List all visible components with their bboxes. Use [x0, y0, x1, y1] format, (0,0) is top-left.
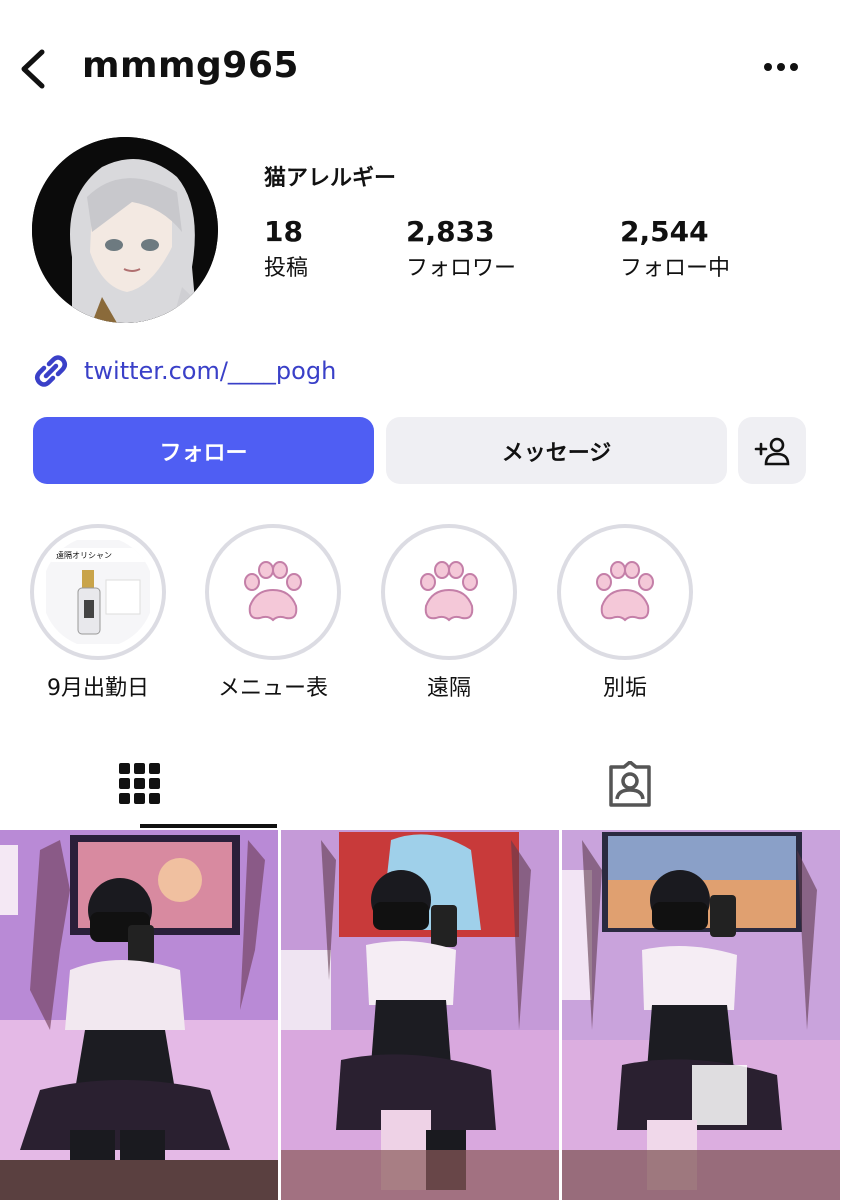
page-title: mmmg965	[82, 45, 299, 86]
back-button[interactable]	[14, 44, 54, 94]
tagged-person-icon	[609, 761, 651, 807]
highlight-label: 9月出勤日	[47, 676, 149, 701]
followers-count: 2,833	[406, 215, 495, 248]
highlight-ring	[205, 524, 341, 660]
person-plus-icon	[754, 437, 790, 465]
following-stat[interactable]: 2,544 フォロー中	[620, 215, 730, 282]
post-thumbnail[interactable]	[0, 830, 278, 1200]
profile-tabs	[0, 740, 841, 828]
followers-stat[interactable]: 2,833 フォロワー	[406, 215, 516, 282]
highlight-label: メニュー表	[217, 676, 328, 701]
avatar[interactable]	[32, 137, 218, 323]
posts-label: 投稿	[264, 256, 309, 281]
tab-tagged[interactable]	[490, 740, 770, 828]
top-bar: mmmg965	[0, 0, 841, 130]
grid-icon	[119, 763, 160, 804]
paw-icon	[217, 536, 329, 648]
active-tab-indicator	[140, 824, 277, 828]
tab-posts-grid[interactable]	[0, 740, 280, 828]
more-horizontal-icon	[764, 63, 798, 71]
more-options-button[interactable]	[756, 52, 806, 82]
posts-grid	[0, 830, 841, 1200]
chevron-left-icon	[21, 49, 45, 89]
post-image	[0, 830, 278, 1200]
highlight-label: 別垢	[602, 676, 647, 701]
message-button[interactable]: メッセージ	[386, 417, 727, 484]
followers-label: フォロワー	[406, 256, 517, 281]
paw-icon	[569, 536, 681, 648]
paw-icon	[393, 536, 505, 648]
external-link[interactable]: twitter.com/____pogh	[32, 352, 336, 390]
post-thumbnail[interactable]	[281, 830, 559, 1200]
following-label: フォロー中	[620, 256, 731, 281]
highlight-thumbnail: 遠隔オリシャン	[42, 536, 154, 648]
highlight-item[interactable]: 別垢	[555, 524, 695, 702]
post-thumbnail[interactable]	[562, 830, 840, 1200]
highlight-item[interactable]: 遠隔オリシャン 9月出勤日	[28, 524, 168, 702]
highlight-ring	[557, 524, 693, 660]
link-text: twitter.com/____pogh	[84, 357, 337, 385]
follow-button[interactable]: フォロー	[33, 417, 374, 484]
highlight-item[interactable]: メニュー表	[203, 524, 343, 702]
add-user-button[interactable]	[738, 417, 806, 484]
display-name: 猫アレルギー	[264, 166, 397, 191]
posts-stat: 18 投稿	[264, 215, 308, 282]
post-image	[562, 830, 840, 1200]
highlight-ring	[381, 524, 517, 660]
link-icon	[35, 355, 67, 387]
highlight-item[interactable]: 遠隔	[379, 524, 519, 702]
highlight-ring: 遠隔オリシャン	[30, 524, 166, 660]
highlight-thumb-text: 遠隔オリシャン	[56, 550, 112, 560]
post-image	[281, 830, 559, 1200]
posts-count: 18	[264, 215, 303, 248]
avatar-image	[32, 137, 218, 323]
following-count: 2,544	[620, 215, 709, 248]
highlight-label: 遠隔	[426, 676, 471, 701]
